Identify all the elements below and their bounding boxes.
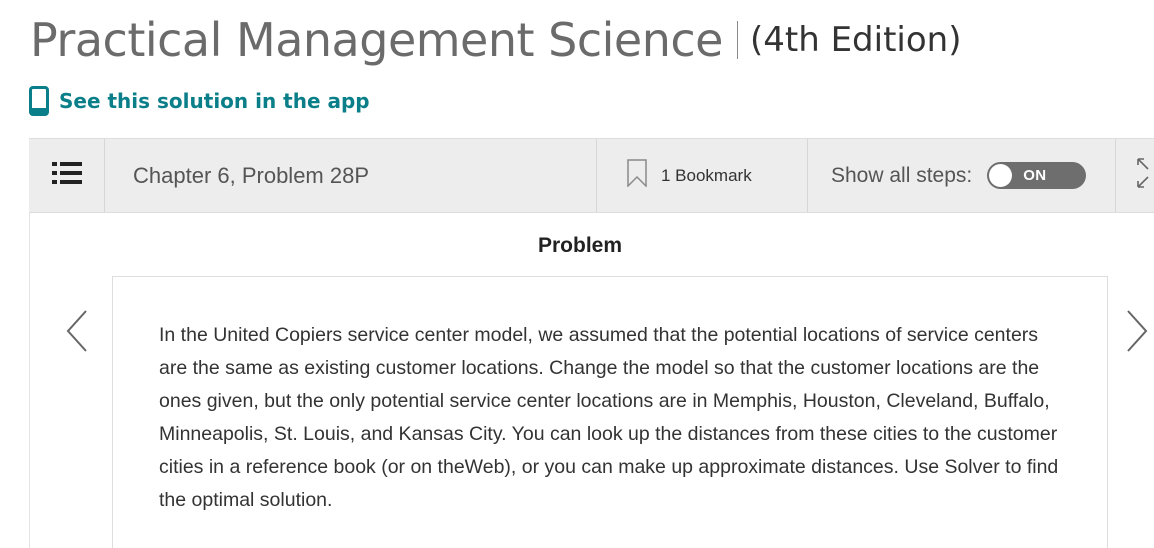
show-steps-control: Show all steps: ON — [808, 139, 1116, 212]
menu-button[interactable] — [29, 139, 105, 212]
chevron-left-icon — [58, 310, 98, 360]
see-in-app-link[interactable]: See this solution in the app — [29, 86, 370, 116]
book-title: Practical Management Science — [30, 13, 723, 67]
problem-text: In the United Copiers service center mod… — [159, 324, 1059, 511]
phone-icon — [29, 86, 49, 116]
previous-arrow-button[interactable] — [58, 306, 98, 356]
expand-button[interactable] — [1116, 139, 1154, 212]
book-edition: (4th Edition) — [749, 20, 962, 60]
bookmark-label: 1 Bookmark — [661, 165, 752, 185]
show-steps-label: Show all steps: — [831, 163, 973, 187]
solution-toolbar: Chapter 6, Problem 28P 1 Bookmark Show a… — [29, 138, 1154, 213]
list-icon — [51, 162, 82, 189]
expand-icon — [1136, 157, 1152, 194]
problem-card: In the United Copiers service center mod… — [112, 276, 1108, 548]
bookmark-button[interactable]: 1 Bookmark — [597, 139, 808, 212]
chevron-right-icon — [1120, 310, 1154, 360]
page-title: Practical Management Science (4th Editio… — [30, 8, 961, 72]
title-divider — [736, 21, 738, 59]
toggle-knob — [989, 164, 1013, 187]
bookmark-icon — [627, 159, 647, 192]
problem-heading: Problem — [537, 234, 623, 257]
solution-page: Practical Management Science (4th Editio… — [0, 0, 1154, 548]
chapter-problem-label: Chapter 6, Problem 28P — [105, 139, 597, 212]
toggle-state-label: ON — [1023, 167, 1047, 184]
see-in-app-label: See this solution in the app — [59, 89, 370, 113]
next-arrow-button[interactable] — [1120, 306, 1154, 356]
show-steps-toggle[interactable]: ON — [987, 162, 1087, 189]
